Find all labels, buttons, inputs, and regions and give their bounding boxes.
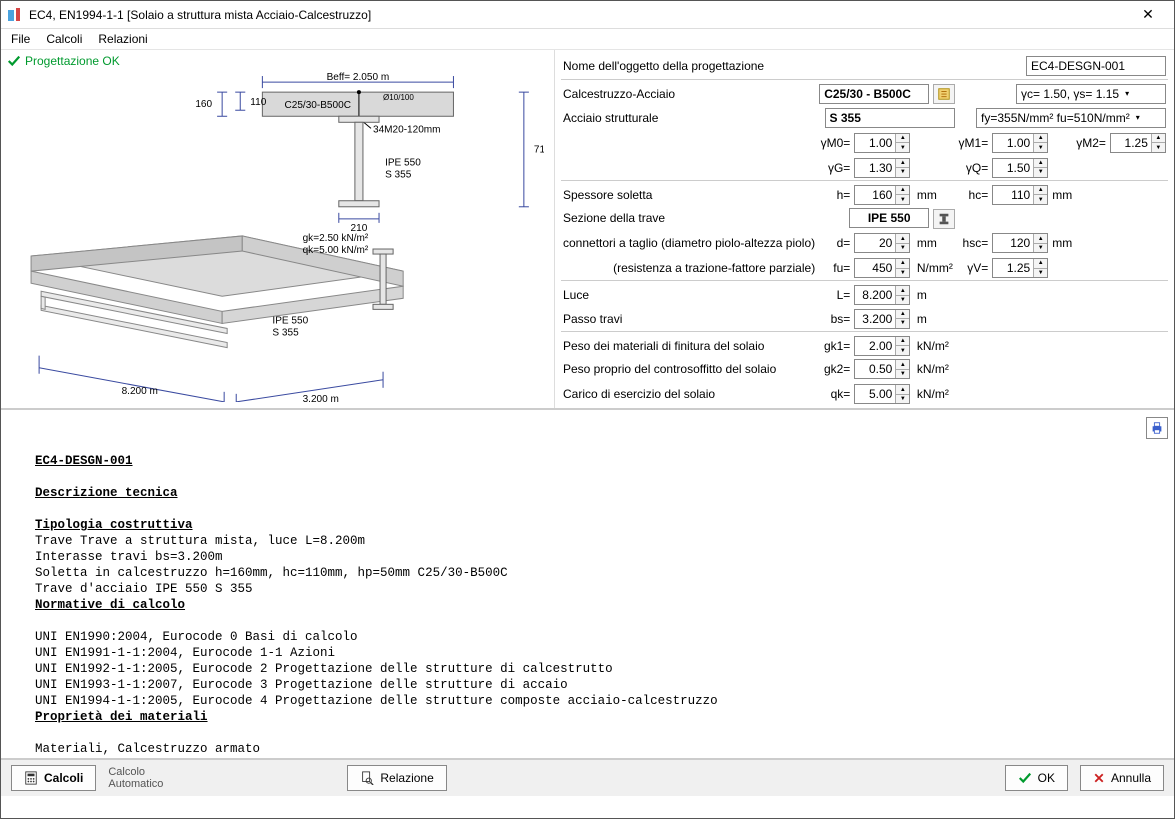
svg-text:3.200 m: 3.200 m <box>303 394 339 402</box>
struct-input[interactable] <box>825 108 955 128</box>
fu-spin[interactable]: ▲▼ <box>854 258 910 278</box>
svg-text:Beff= 2.050 m: Beff= 2.050 m <box>327 72 390 83</box>
qk-spin[interactable]: ▲▼ <box>854 384 910 404</box>
slab-label: Spessore soletta <box>561 180 817 206</box>
report-h-tip: Tipologia costruttiva <box>35 518 193 532</box>
hsc-spin[interactable]: ▲▼ <box>992 233 1048 253</box>
menubar: File Calcoli Relazioni <box>1 29 1174 50</box>
svg-text:160: 160 <box>195 99 212 110</box>
diagram-pane: Progettazione OK Beff= 2.050 m C25/30-B5… <box>1 50 555 408</box>
passo-label: Passo travi <box>561 306 817 331</box>
svg-text:Ø10/100: Ø10/100 <box>383 93 414 102</box>
svg-text:8.200 m: 8.200 m <box>122 386 158 397</box>
window-title: EC4, EN1994-1-1 [Solaio a struttura mist… <box>29 8 371 22</box>
check-icon <box>1018 771 1032 785</box>
gk2-spin[interactable]: ▲▼ <box>854 359 910 379</box>
svg-text:IPE 550: IPE 550 <box>385 158 421 169</box>
report-h-prop: Proprietà dei materiali <box>35 710 208 724</box>
gG-spin[interactable]: ▲▼ <box>854 158 910 178</box>
d-spin[interactable]: ▲▼ <box>854 233 910 253</box>
status-ok: Progettazione OK <box>7 54 548 68</box>
close-button[interactable]: ✕ <box>1128 6 1168 23</box>
bs-spin[interactable]: ▲▼ <box>854 309 910 329</box>
svg-text:710: 710 <box>534 144 544 155</box>
auto-label: Calcolo Automatico <box>108 766 163 790</box>
document-search-icon <box>360 771 374 785</box>
report-pane[interactable]: EC4-DESGN-001 Descrizione tecnica Tipolo… <box>1 410 1174 758</box>
gfin-label: Peso dei materiali di finitura del solai… <box>561 331 817 357</box>
footer: Calcoli Calcolo Automatico Relazione OK … <box>1 758 1174 796</box>
gV-spin[interactable]: ▲▼ <box>992 258 1048 278</box>
hc-spin[interactable]: ▲▼ <box>992 185 1048 205</box>
gQ-spin[interactable]: ▲▼ <box>992 158 1048 178</box>
print-button[interactable] <box>1146 417 1168 439</box>
struct-combo[interactable]: fy=355N/mm² fu=510N/mm²▾ <box>976 108 1166 128</box>
annulla-button[interactable]: Annulla <box>1080 765 1164 791</box>
status-label: Progettazione OK <box>25 54 120 68</box>
res-label: (resistenza a trazione-fattore parziale) <box>561 256 817 281</box>
ok-button[interactable]: OK <box>1005 765 1068 791</box>
sect-label: Sezione della trave <box>561 206 817 231</box>
svg-text:C25/30-B500C: C25/30-B500C <box>284 100 350 111</box>
titlebar: EC4, EN1994-1-1 [Solaio a struttura mist… <box>1 1 1174 29</box>
qes-label: Carico di esercizio del solaio <box>561 382 817 407</box>
calculator-icon <box>24 771 38 785</box>
printer-icon <box>1150 421 1164 435</box>
luce-label: Luce <box>561 281 817 307</box>
shear-label: connettori a taglio (diametro piolo-alte… <box>561 231 817 256</box>
gM1-spin[interactable]: ▲▼ <box>992 133 1048 153</box>
svg-text:34M20-120mm: 34M20-120mm <box>373 124 441 135</box>
gM2-spin[interactable]: ▲▼ <box>1110 133 1166 153</box>
menu-relazioni[interactable]: Relazioni <box>98 32 147 46</box>
svg-text:110: 110 <box>250 97 266 108</box>
form-pane: Nome dell'oggetto della progettazione Ca… <box>555 50 1174 408</box>
h-spin[interactable]: ▲▼ <box>854 185 910 205</box>
L-spin[interactable]: ▲▼ <box>854 285 910 305</box>
report-title: EC4-DESGN-001 <box>35 454 133 468</box>
concsteel-input[interactable] <box>819 84 929 104</box>
svg-text:gk=2.50 kN/m²: gk=2.50 kN/m² <box>303 233 369 244</box>
concsteel-label: Calcestruzzo-Acciaio <box>561 79 817 105</box>
svg-text:S 355: S 355 <box>385 170 412 181</box>
section-picker-icon[interactable] <box>933 209 955 229</box>
app-icon <box>7 7 23 23</box>
svg-text:qk=5.00 kN/m²: qk=5.00 kN/m² <box>303 245 369 256</box>
obj-label: Nome dell'oggetto della progettazione <box>561 54 957 79</box>
section-field: IPE 550 <box>849 208 929 228</box>
material-picker-icon[interactable] <box>933 84 955 104</box>
structural-diagram: Beff= 2.050 m C25/30-B500C Ø10/100 34M20… <box>21 70 544 402</box>
struct-label: Acciaio strutturale <box>561 105 817 130</box>
gk1-spin[interactable]: ▲▼ <box>854 336 910 356</box>
x-icon <box>1093 772 1105 784</box>
gcs-label: Peso proprio del controsoffitto del sola… <box>561 357 817 382</box>
menu-file[interactable]: File <box>11 32 30 46</box>
menu-calcoli[interactable]: Calcoli <box>46 32 82 46</box>
report-h-desc: Descrizione tecnica <box>35 486 178 500</box>
check-icon <box>7 54 21 68</box>
svg-text:IPE 550: IPE 550 <box>272 315 308 326</box>
report-h-norm: Normative di calcolo <box>35 598 185 612</box>
relazione-button[interactable]: Relazione <box>347 765 446 791</box>
gamma-combo[interactable]: γc= 1.50, γs= 1.15▾ <box>1016 84 1166 104</box>
gM0-spin[interactable]: ▲▼ <box>854 133 910 153</box>
calcoli-button[interactable]: Calcoli <box>11 765 96 791</box>
svg-text:S 355: S 355 <box>272 328 299 339</box>
obj-name-input[interactable] <box>1026 56 1166 76</box>
